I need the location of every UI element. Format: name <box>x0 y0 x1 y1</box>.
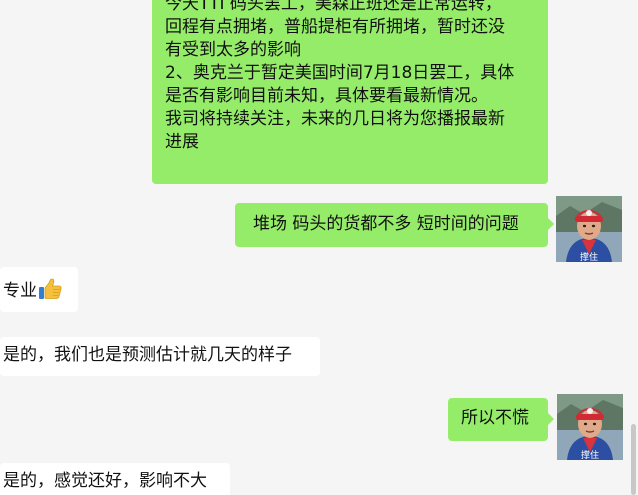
message-text: 专业 <box>3 281 37 301</box>
message-bubble-self[interactable]: 今天TTI 码头罢工，美森正班还是正常运转， 回程有点拥堵，普船提柜有所拥堵，暂… <box>152 0 548 184</box>
message-text: 是的，我们也是预测估计就几天的样子 <box>3 345 292 365</box>
message-text: 所以不慌 <box>461 408 529 428</box>
avatar-caption: 撑住 <box>580 251 598 262</box>
message-line: 今天TTI 码头罢工，美森正班还是正常运转， <box>165 0 502 14</box>
message-line: 我司将持续关注，未来的几日将为您播报最新 <box>165 109 505 129</box>
message-text: 堆场 码头的货都不多 短时间的问题 <box>253 214 519 234</box>
avatar-caption: 撑住 <box>581 449 599 460</box>
avatar-image: 撑住 <box>557 394 623 460</box>
message-line: 有受到太多的影响 <box>165 40 301 60</box>
message-line: 进展 <box>165 132 199 152</box>
message-bubble-other[interactable]: 是的，我们也是预测估计就几天的样子 <box>0 337 320 376</box>
scrollbar-thumb[interactable] <box>631 424 636 495</box>
message-bubble-other[interactable]: 专业 <box>0 267 78 312</box>
message-bubble-self[interactable]: 所以不慌 <box>448 398 554 441</box>
avatar[interactable]: 撑住 <box>556 196 622 262</box>
message-line: 是否有影响目前未知，具体要看最新情况。 <box>165 86 488 106</box>
message-text: 是的，感觉还好，影响不大 <box>3 471 207 491</box>
message-bubble-other[interactable]: 是的，感觉还好，影响不大 <box>0 463 230 495</box>
message-line: 2、奥克兰于暂定美国时间7月18日罢工，具体 <box>165 63 515 83</box>
message-bubble-self[interactable]: 堆场 码头的货都不多 短时间的问题 <box>235 203 554 247</box>
avatar[interactable]: 撑住 <box>557 394 623 460</box>
chat-message-area: 今天TTI 码头罢工，美森正班还是正常运转， 回程有点拥堵，普船提柜有所拥堵，暂… <box>0 0 638 495</box>
avatar-image: 撑住 <box>556 196 622 262</box>
scrollbar[interactable] <box>628 0 638 495</box>
thumbs-up-icon <box>38 278 62 300</box>
message-line: 回程有点拥堵，普船提柜有所拥堵，暂时还没 <box>165 17 505 37</box>
